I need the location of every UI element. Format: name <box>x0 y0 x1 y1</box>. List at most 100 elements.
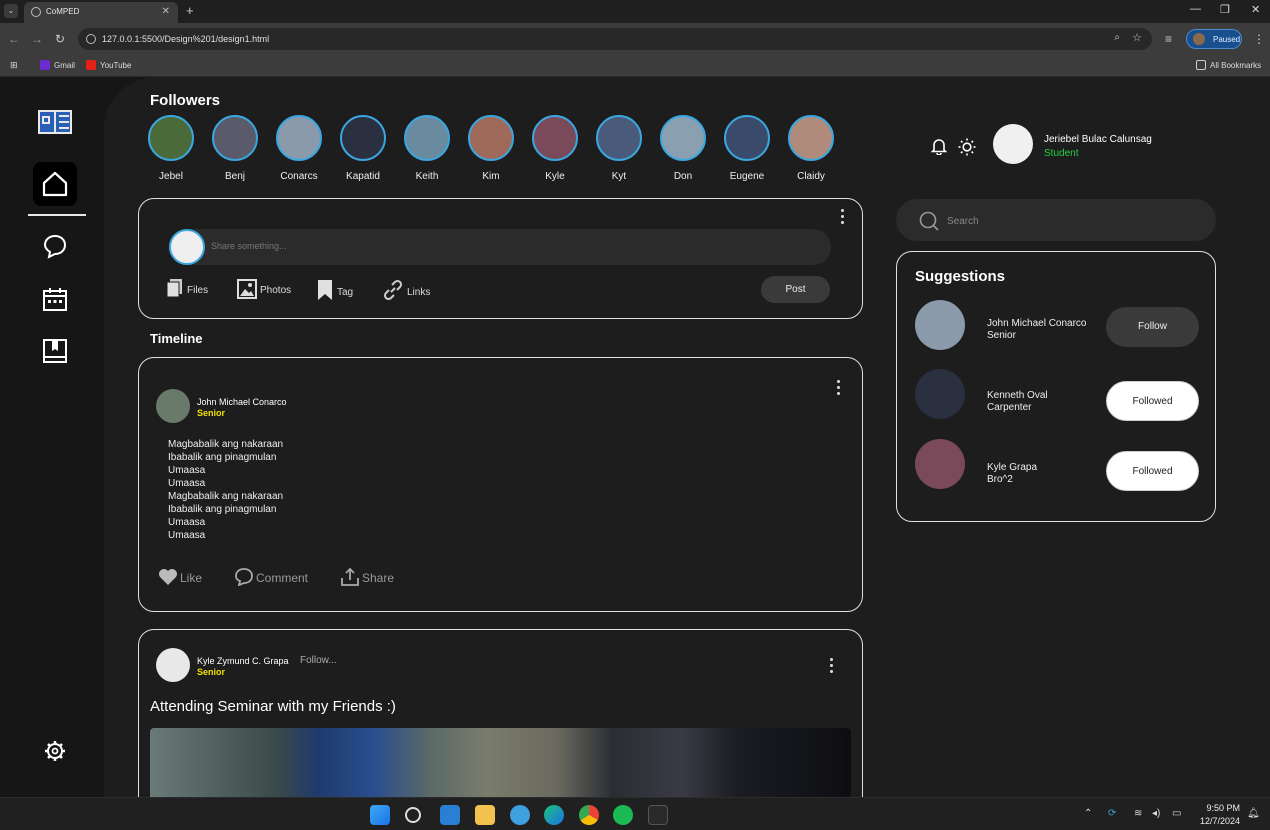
follower-item[interactable]: Claidy <box>786 115 836 182</box>
post-button[interactable]: Post <box>761 276 830 303</box>
follower-item[interactable]: Keith <box>402 115 452 182</box>
edge-icon[interactable] <box>544 805 564 825</box>
weather-icon[interactable] <box>510 805 530 825</box>
bookmark-youtube[interactable]: YouTube <box>86 60 131 70</box>
tag-bookmark-icon <box>318 280 332 300</box>
calendar-icon[interactable] <box>41 285 69 313</box>
links-button[interactable]: Links <box>382 279 430 301</box>
follower-avatar <box>596 115 642 161</box>
windows-start-icon[interactable] <box>370 805 390 825</box>
system-clock[interactable]: 9:50 PM 12/7/2024 <box>1196 802 1240 828</box>
follower-item[interactable]: Conarcs <box>274 115 324 182</box>
suggestion-avatar[interactable] <box>915 369 965 419</box>
share-input[interactable]: Share something... <box>169 229 831 265</box>
suggestion-avatar[interactable] <box>915 300 965 350</box>
post-line: Umaasa <box>168 478 206 489</box>
suggestion-avatar[interactable] <box>915 439 965 489</box>
bookmark-gmail[interactable]: Gmail <box>40 60 75 70</box>
back-icon[interactable]: ← <box>8 32 20 46</box>
photos-button[interactable]: Photos <box>237 279 291 299</box>
post-more-icon[interactable] <box>837 380 841 398</box>
spotify-icon[interactable] <box>613 805 633 825</box>
suggestion-name[interactable]: Kyle Grapa <box>987 462 1037 474</box>
followed-button[interactable]: Followed <box>1106 451 1199 491</box>
comped-logo[interactable] <box>38 110 72 134</box>
follower-avatar <box>660 115 706 161</box>
browser-menu-icon[interactable]: ⋮ <box>1253 32 1265 46</box>
composer-more-icon[interactable] <box>841 209 845 227</box>
chat-icon[interactable] <box>41 232 69 260</box>
follower-item[interactable]: Benj <box>210 115 260 182</box>
follower-item[interactable]: Eugene <box>722 115 772 182</box>
post-author[interactable]: John Michael Conarco <box>197 397 287 407</box>
comment-icon <box>235 568 253 587</box>
chrome-icon[interactable] <box>579 805 599 825</box>
suggestion-text: Kyle Grapa Bro^2 <box>987 462 1037 486</box>
follower-name: Jebel <box>159 171 183 182</box>
follower-item[interactable]: Don <box>658 115 708 182</box>
restore-button[interactable]: ❐ <box>1220 3 1230 16</box>
files-button[interactable]: Files <box>166 279 208 299</box>
battery-icon[interactable]: ▭ <box>1172 808 1181 819</box>
all-bookmarks[interactable]: All Bookmarks <box>1196 60 1261 70</box>
search-input[interactable]: Search <box>896 199 1216 241</box>
follower-item[interactable]: Jebel <box>146 115 196 182</box>
browser-tab[interactable]: CoMPED ✕ <box>24 2 178 23</box>
post-body: Magbabalik ang nakaraan Ibabalik ang pin… <box>168 438 283 542</box>
photos-label: Photos <box>260 285 292 296</box>
settings-gear-icon[interactable] <box>41 737 69 765</box>
store-icon[interactable] <box>440 805 460 825</box>
reload-icon[interactable]: ↻ <box>55 32 65 46</box>
notification-bell-icon[interactable]: 🔔︎ <box>1247 808 1260 819</box>
nav-home[interactable] <box>33 162 77 206</box>
forward-icon[interactable]: → <box>31 32 43 46</box>
suggestion-name[interactable]: Kenneth Oval <box>987 390 1048 402</box>
theme-sun-icon[interactable] <box>958 138 976 156</box>
zoom-icon[interactable]: ⌕ <box>1114 32 1120 43</box>
close-tab-icon[interactable]: ✕ <box>162 6 170 17</box>
followed-button[interactable]: Followed <box>1106 381 1199 421</box>
profile-avatar[interactable] <box>993 124 1033 164</box>
volume-icon[interactable]: ◂) <box>1152 808 1160 819</box>
follower-item[interactable]: Kyt <box>594 115 644 182</box>
share-icon <box>341 567 359 586</box>
close-window-button[interactable]: ✕ <box>1251 3 1260 16</box>
bell-icon[interactable] <box>931 137 947 155</box>
new-tab-button[interactable]: + <box>186 3 194 18</box>
profile-button[interactable]: Paused <box>1186 29 1242 49</box>
like-button[interactable]: Like <box>158 568 202 586</box>
author-avatar[interactable] <box>156 389 190 423</box>
tag-button[interactable]: Tag <box>316 279 353 301</box>
search-taskbar-icon[interactable] <box>405 807 421 823</box>
figma-icon[interactable] <box>648 805 668 825</box>
bookmark-book-icon[interactable] <box>41 337 69 365</box>
tray-overflow-icon[interactable]: ⌃ <box>1084 808 1092 819</box>
post-card: John Michael Conarco Senior Magbabalik a… <box>138 357 863 612</box>
follower-item[interactable]: Kim <box>466 115 516 182</box>
follower-avatar <box>276 115 322 161</box>
url-field[interactable]: 127.0.0.1:5500/Design%201/design1.html ⌕… <box>78 28 1152 50</box>
sync-icon[interactable]: ⟳ <box>1108 808 1116 819</box>
follow-button[interactable]: Follow <box>1106 307 1199 347</box>
file-explorer-icon[interactable] <box>475 805 495 825</box>
wifi-icon[interactable]: ≋ <box>1134 808 1142 819</box>
follow-link[interactable]: Follow... <box>300 655 337 666</box>
post-author[interactable]: Kyle Zymund C. Grapa <box>197 656 289 666</box>
profile-name[interactable]: Jeriebel Bulac Calunsag <box>1044 134 1152 145</box>
follower-item[interactable]: Kyle <box>530 115 580 182</box>
tab-search-button[interactable]: ⌄ <box>4 4 18 18</box>
comment-button[interactable]: Comment <box>234 568 308 587</box>
suggestion-sub: Carpenter <box>987 402 1032 413</box>
follower-item[interactable]: Kapatid <box>338 115 388 182</box>
suggestion-name[interactable]: John Michael Conarco <box>987 318 1087 330</box>
reading-list-icon[interactable]: ≡ <box>1165 32 1172 46</box>
bookmark-star-icon[interactable]: ☆ <box>1132 31 1142 44</box>
apps-grid-icon[interactable]: ⊞ <box>10 60 18 71</box>
photo-icon <box>237 279 257 299</box>
author-avatar[interactable] <box>156 648 190 682</box>
post-photo[interactable] <box>150 728 851 797</box>
site-info-icon[interactable] <box>86 34 96 44</box>
post-more-icon[interactable] <box>830 658 834 676</box>
minimize-button[interactable]: — <box>1190 3 1201 15</box>
share-button[interactable]: Share <box>340 567 394 586</box>
